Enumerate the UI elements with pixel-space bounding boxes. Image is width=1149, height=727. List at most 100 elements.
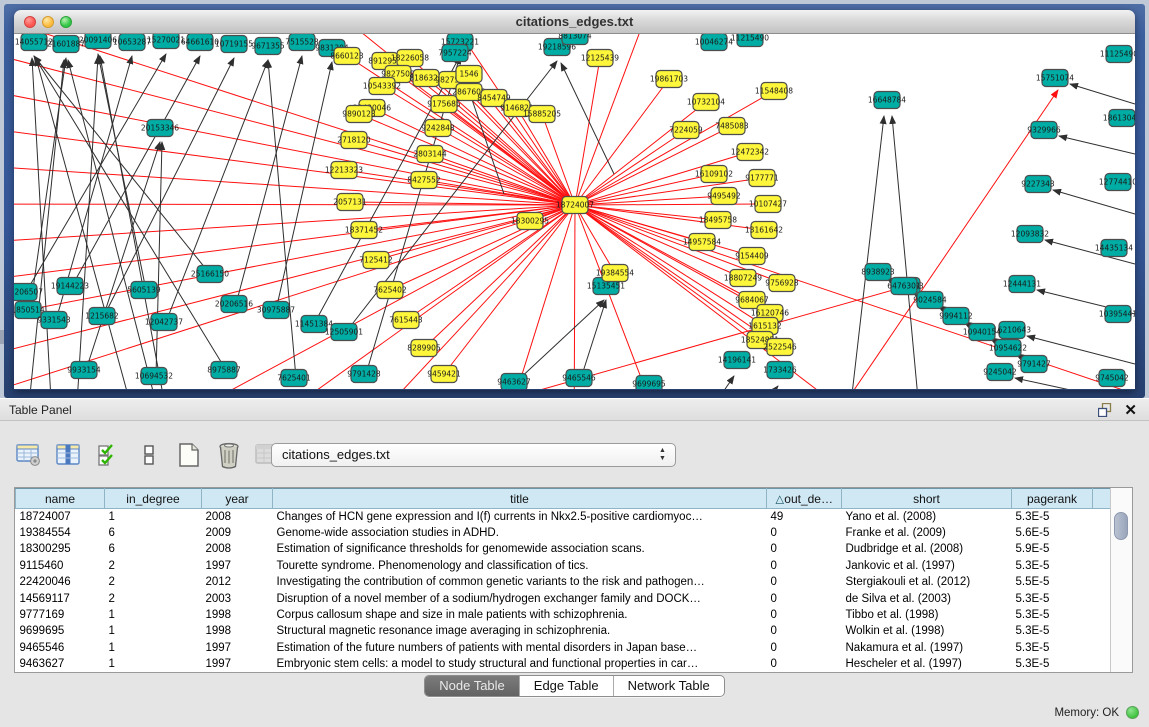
graph-node[interactable]: 25166150 <box>191 266 229 283</box>
graph-node[interactable]: 9756928 <box>765 275 799 292</box>
zoom-window-button[interactable] <box>60 16 72 28</box>
table-cell[interactable]: Franke et al. (2009) <box>842 525 1012 541</box>
graph-node[interactable]: 9791427 <box>1017 356 1051 373</box>
graph-node[interactable]: 9465546 <box>562 370 596 387</box>
table-row[interactable]: 946362711997Embryonic stem cells: a mode… <box>16 656 1112 672</box>
graph-node[interactable]: 13161642 <box>745 222 783 239</box>
table-cell[interactable]: 9699695 <box>16 623 105 639</box>
network-table-selector[interactable]: citations_edges.txt ▲▼ <box>271 443 676 467</box>
tab-node-table[interactable]: Node Table <box>425 676 520 696</box>
graph-node[interactable]: 9699695 <box>632 376 666 390</box>
citation-edge[interactable] <box>34 56 210 274</box>
citation-edge[interactable] <box>376 205 575 260</box>
tab-edge-table[interactable]: Edge Table <box>520 676 614 696</box>
table-cell[interactable]: 1 <box>105 509 202 525</box>
citation-edge[interactable] <box>268 60 296 378</box>
graph-node[interactable]: 2057131 <box>333 194 367 211</box>
table-cell[interactable]: Estimation of the future numbers of pati… <box>273 640 767 656</box>
citation-edge[interactable] <box>575 204 768 205</box>
table-vertical-scrollbar[interactable] <box>1110 488 1132 672</box>
graph-node[interactable]: 7625402 <box>373 282 407 299</box>
column-header-indegree[interactable]: in_degree <box>105 489 202 509</box>
table-cell[interactable]: 5.3E-5 <box>1012 607 1093 623</box>
citation-edge[interactable] <box>516 300 604 382</box>
column-header-outde[interactable]: △ out_de… <box>767 489 842 509</box>
graph-node[interactable]: 12042737 <box>145 314 183 331</box>
graph-node[interactable]: 9463627 <box>497 374 531 390</box>
column-header-year[interactable]: year <box>202 489 273 509</box>
table-cell[interactable]: Embryonic stem cells: a model to study s… <box>273 656 767 672</box>
network-window-titlebar[interactable]: citations_edges.txt <box>14 10 1135 34</box>
graph-node[interactable]: 2718120 <box>337 132 371 149</box>
graph-node[interactable]: 7625401 <box>277 370 311 387</box>
graph-node[interactable]: 12125439 <box>581 50 619 67</box>
citation-edge[interactable] <box>314 288 900 389</box>
graph-node[interactable]: 9671355 <box>251 38 285 55</box>
table-cell[interactable]: 2008 <box>202 509 273 525</box>
new-table-button[interactable] <box>174 440 204 470</box>
vertical-split-button[interactable] <box>134 440 164 470</box>
table-row[interactable]: 911546021997Tourette syndrome. Phenomeno… <box>16 558 1112 574</box>
graph-node[interactable]: 9175685 <box>427 96 461 113</box>
citation-edge[interactable] <box>24 60 64 389</box>
table-cell[interactable]: Corpus callosum shape and size in male p… <box>273 607 767 623</box>
graph-node[interactable]: 11548408 <box>755 83 793 100</box>
graph-node[interactable]: 10107427 <box>749 196 787 213</box>
graph-node[interactable]: 9933154 <box>67 362 101 379</box>
table-cell[interactable]: 0 <box>767 541 842 557</box>
table-cell[interactable]: 1 <box>105 656 202 672</box>
graph-node[interactable]: 20153346 <box>141 120 179 137</box>
graph-node[interactable]: 12444131 <box>1003 276 1041 293</box>
graph-node[interactable]: 2522546 <box>763 339 797 356</box>
table-cell[interactable]: 0 <box>767 623 842 639</box>
citation-edge[interactable] <box>581 300 606 378</box>
table-cell[interactable]: 9465546 <box>16 640 105 656</box>
table-cell[interactable]: 1997 <box>202 558 273 574</box>
table-cell[interactable]: 18724007 <box>16 509 105 525</box>
graph-node[interactable]: 7485083 <box>715 118 749 135</box>
citation-edge[interactable] <box>575 130 686 205</box>
table-cell[interactable]: 1997 <box>202 640 273 656</box>
citation-edge[interactable] <box>575 58 600 205</box>
graph-node[interactable]: 9495492 <box>707 188 741 205</box>
graph-node[interactable]: 6476301 <box>887 278 921 295</box>
citation-edge[interactable] <box>14 44 575 205</box>
table-cell[interactable]: 0 <box>767 590 842 606</box>
citation-edge[interactable] <box>1053 190 1135 214</box>
table-row[interactable]: 2242004622012Investigating the contribut… <box>16 574 1112 590</box>
table-cell[interactable]: 9463627 <box>16 656 105 672</box>
graph-node[interactable]: 10395441 <box>1099 306 1135 323</box>
graph-node[interactable]: 11215490 <box>731 34 769 47</box>
graph-node[interactable]: 9177771 <box>745 170 779 187</box>
close-window-button[interactable] <box>24 16 36 28</box>
graph-node[interactable]: 9791428 <box>347 366 381 383</box>
selection-mode-button[interactable] <box>94 440 124 470</box>
graph-node[interactable]: 7224059 <box>669 122 703 139</box>
table-cell[interactable]: 0 <box>767 574 842 590</box>
table-cell[interactable]: 5.3E-5 <box>1012 558 1093 574</box>
table-cell[interactable]: 2012 <box>202 574 273 590</box>
graph-node[interactable]: 9024584 <box>913 292 947 309</box>
table-cell[interactable]: 0 <box>767 607 842 623</box>
table-cell[interactable]: 5.3E-5 <box>1012 640 1093 656</box>
citation-edge[interactable] <box>574 205 575 389</box>
column-header-pagerank[interactable]: pagerank <box>1012 489 1093 509</box>
table-cell[interactable]: 0 <box>767 558 842 574</box>
graph-node[interactable]: 9242848 <box>421 120 455 137</box>
table-cell[interactable]: 14569117 <box>16 590 105 606</box>
graph-node[interactable]: 9331543 <box>37 312 71 329</box>
graph-node[interactable]: 14435134 <box>1095 240 1133 257</box>
table-cell[interactable]: de Silva et al. (2003) <box>842 590 1012 606</box>
table-row[interactable]: 1938455462009Genome-wide association stu… <box>16 525 1112 541</box>
table-cell[interactable]: Nakamura et al. (1997) <box>842 640 1012 656</box>
table-cell[interactable]: Hescheler et al. (1997) <box>842 656 1012 672</box>
graph-node[interactable]: 10694532 <box>135 368 173 385</box>
table-cell[interactable]: 1 <box>105 640 202 656</box>
citation-edge[interactable] <box>236 56 302 304</box>
citation-edge[interactable] <box>74 56 98 389</box>
graph-node[interactable]: 12505901 <box>325 324 363 341</box>
network-canvas[interactable]: 1405571221601887200914061065328715270021… <box>14 34 1135 389</box>
graph-node[interactable]: 8813074 <box>558 34 592 45</box>
graph-node[interactable]: 9994112 <box>939 308 973 325</box>
table-cell[interactable]: Investigating the contribution of common… <box>273 574 767 590</box>
